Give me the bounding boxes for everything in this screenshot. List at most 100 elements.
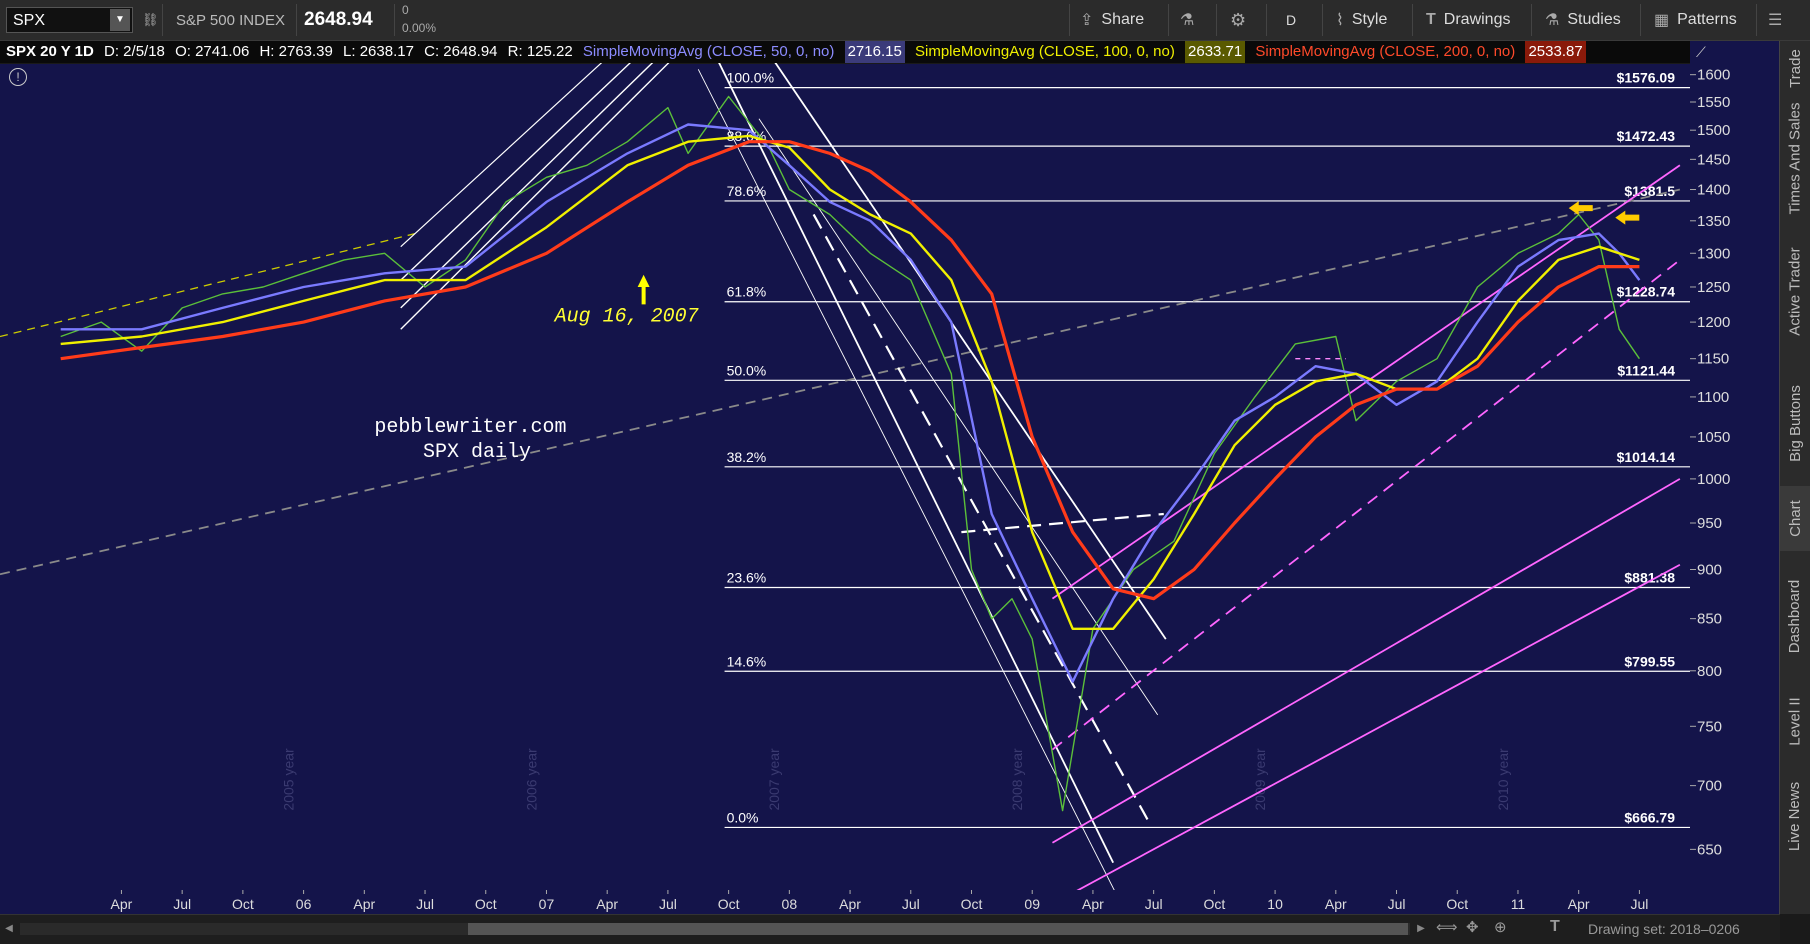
period-button[interactable]: D [1286,0,1296,40]
y-tick-label: 950 [1697,515,1722,532]
share-label: Share [1101,11,1145,28]
chart-title: SPX 20 Y 1D [6,43,94,60]
x-tick-label: Jul [1145,896,1163,912]
y-tick-label: 800 [1697,663,1722,680]
symbol-description: S&P 500 INDEX [176,11,285,29]
side-tab-dashboard[interactable]: Dashboard [1780,551,1810,681]
bar-range: R: 125.22 [507,43,573,60]
crosshair-icon[interactable]: ⟋ [1696,44,1706,61]
drawings-label: Drawings [1443,11,1511,28]
sma200-value: 2533.87 [1525,41,1586,63]
share-icon: ⇪ [1080,12,1094,29]
drawing-tool-icon[interactable]: T [1550,918,1560,936]
year-watermark: 2010 year [1495,748,1511,811]
scrollbar-thumb[interactable] [468,923,1408,935]
sma200-label[interactable]: SimpleMovingAvg (CLOSE, 200, 0, no) [1255,41,1515,63]
x-tick-label: Jul [1630,896,1648,912]
style-button[interactable]: ⌇ Style [1336,0,1387,40]
side-tab-label: Times And Sales [1786,102,1804,215]
bar-low: L: 2638.17 [343,43,414,60]
flask-icon[interactable]: ⚗ [1180,0,1194,40]
share-button[interactable]: ⇪ Share [1080,0,1144,40]
chart-info-bar: SPX 20 Y 1D D: 2/5/18 O: 2741.06 H: 2763… [0,41,1690,63]
percent-change: 0.00% [402,21,437,35]
side-tab-active-trader[interactable]: Active Trader [1780,221,1810,361]
y-tick-label: 850 [1697,611,1722,628]
bar-close: C: 2648.94 [424,43,498,60]
x-tick-label: Jul [659,896,677,912]
alert-icon[interactable]: ! [9,68,27,86]
fib-price-label: $1014.14 [1617,449,1676,465]
studies-button[interactable]: ⚗ Studies [1545,0,1621,40]
gear-icon[interactable]: ⚙ [1230,0,1246,40]
fib-price-label: $1228.74 [1617,284,1676,300]
x-tick-label: Apr [1082,896,1104,912]
sma50-value: 2716.15 [844,41,905,63]
chevron-down-icon[interactable]: ▼ [110,9,130,31]
fib-price-label: $1472.43 [1617,128,1676,144]
x-tick-label: Oct [961,896,983,912]
y-tick-label: 1500 [1697,122,1730,139]
x-tick-label: 08 [782,896,798,912]
y-tick-label: 900 [1697,561,1722,578]
fib-price-label: $666.79 [1624,809,1675,825]
x-tick-label: Apr [839,896,861,912]
pan-icon[interactable]: ✥ [1466,918,1479,936]
date-annotation: Aug 16, 2007 [553,305,699,328]
fib-pct-label: 23.6% [727,569,767,585]
drawing-set-label[interactable]: Drawing set: 2018–0206 [1588,921,1740,937]
drawings-button[interactable]: T Drawings [1426,0,1510,40]
x-tick-label: Jul [1388,896,1406,912]
scroll-left-icon[interactable]: ◀ [0,919,18,939]
menu-icon[interactable]: ☰ [1768,0,1782,40]
plot-area[interactable] [0,64,1690,890]
zoom-fit-icon[interactable]: ⟺ [1436,918,1458,936]
side-tab-label: Level II [1786,696,1804,746]
link-icon[interactable]: ⛓ [142,0,159,40]
y-tick-label: 1000 [1697,471,1730,488]
patterns-button[interactable]: ▦ Patterns [1654,0,1737,40]
side-tab-level-ii[interactable]: Level II [1780,681,1810,761]
year-watermark: 2009 year [1252,748,1268,811]
fib-price-label: $1121.44 [1617,362,1675,378]
desc-annotation: SPX daily [423,441,531,464]
y-tick-label: 1450 [1697,151,1730,168]
patterns-icon: ▦ [1654,12,1670,29]
side-panel: Trade Times And Sales Active Trader Big But… [1779,41,1810,914]
sma50-label[interactable]: SimpleMovingAvg (CLOSE, 50, 0, no) [583,41,835,63]
price-chart[interactable]: 2005 year 2006 year 2007 year 2008 year 2009… [0,0,1810,943]
y-tick-label: 1200 [1697,314,1730,331]
x-tick-label: Oct [1203,896,1225,912]
x-tick-label: 06 [296,896,312,912]
side-tab-big-buttons[interactable]: Big Buttons [1780,361,1810,486]
text-tool-icon: T [1426,11,1436,28]
side-tab-trade[interactable]: Trade [1780,41,1810,96]
sma100-value: 2633.71 [1185,41,1246,63]
side-tab-chart[interactable]: Chart [1780,486,1810,551]
year-watermark: 2007 year [766,748,782,811]
fib-pct-label: 14.6% [727,653,767,669]
y-tick-label: 1250 [1697,279,1730,296]
side-tab-label: Big Buttons [1786,385,1804,462]
side-tab-live-news[interactable]: Live News [1780,761,1810,871]
side-tab-times-and-sales[interactable]: Times And Sales [1780,96,1810,221]
scroll-right-icon[interactable]: ▶ [1412,919,1430,939]
scrollbar-track[interactable] [20,923,1410,935]
style-icon: ⌇ [1336,12,1344,29]
sma100-label[interactable]: SimpleMovingAvg (CLOSE, 100, 0, no) [915,41,1175,63]
side-tab-label: Dashboard [1786,579,1804,653]
y-tick-label: 750 [1697,718,1722,735]
bottom-bar: ◀ ▶ ⟺ ✥ ⊕ T Drawing set: 2018–0206 [0,914,1780,944]
bar-date: D: 2/5/18 [104,43,165,60]
toolbar: SPX ▼ ⛓ S&P 500 INDEX 2648.94 0 0.00% ⇪ S… [0,0,1810,41]
x-tick-label: Oct [1446,896,1468,912]
side-tab-label: Chart [1786,500,1804,537]
x-tick-label: Oct [232,896,254,912]
y-tick-label: 1150 [1697,351,1729,368]
x-tick-label: 10 [1267,896,1283,912]
fib-price-label: $1576.09 [1617,70,1676,86]
zoom-icon[interactable]: ⊕ [1494,918,1507,936]
y-tick-label: 1550 [1697,94,1730,111]
x-tick-label: 09 [1024,896,1040,912]
x-tick-label: Apr [596,896,618,912]
